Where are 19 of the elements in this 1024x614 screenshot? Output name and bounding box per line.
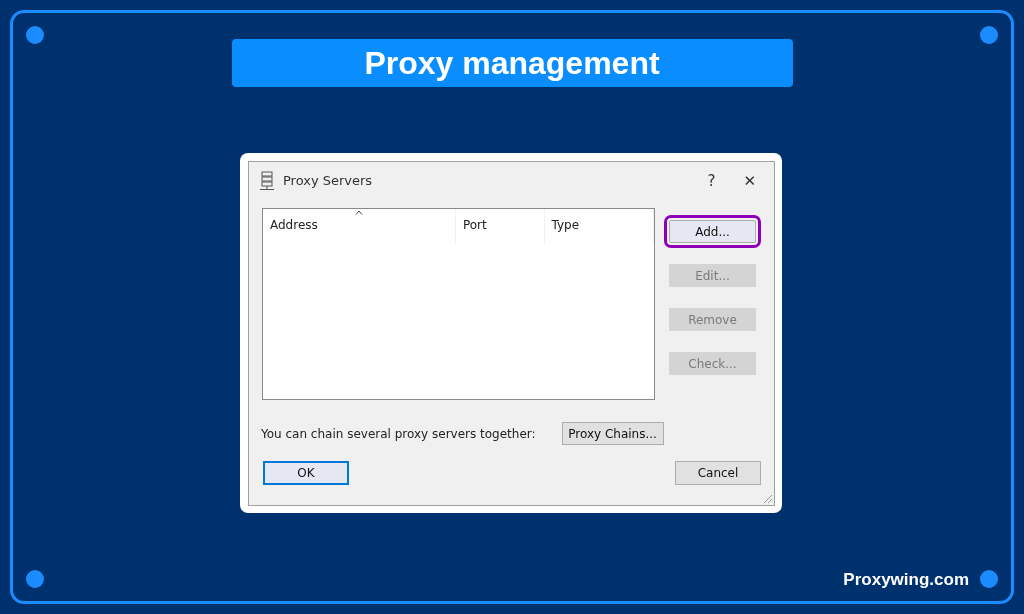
- cancel-button[interactable]: Cancel: [675, 461, 761, 485]
- help-button[interactable]: ?: [701, 169, 722, 193]
- proxy-list[interactable]: Address Port Type: [262, 208, 655, 400]
- corner-dot: [980, 26, 998, 44]
- site-name: Proxywing.com: [843, 568, 969, 591]
- banner-title: Proxy management: [231, 39, 793, 87]
- corner-dot: [980, 570, 998, 588]
- window-title: Proxy Servers: [283, 172, 373, 191]
- close-button[interactable]: ✕: [737, 169, 762, 193]
- ok-button[interactable]: OK: [263, 461, 349, 485]
- server-icon: [259, 171, 275, 191]
- corner-dot: [26, 570, 44, 588]
- column-header[interactable]: Address: [270, 218, 318, 232]
- sort-caret-icon: [355, 210, 364, 215]
- chain-hint: You can chain several proxy servers together:: [261, 425, 536, 443]
- column-header[interactable]: Type: [551, 218, 580, 232]
- proxy-chains-button[interactable]: Proxy Chains...: [561, 422, 664, 445]
- column-header[interactable]: Port: [462, 218, 487, 232]
- corner-dot: [26, 26, 44, 44]
